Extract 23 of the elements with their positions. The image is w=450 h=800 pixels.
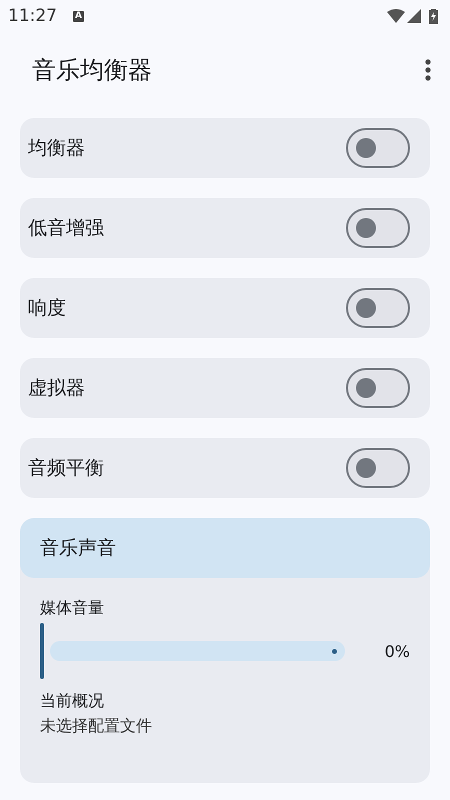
signal-icon (407, 9, 421, 23)
toggle-label: 虚拟器 (28, 376, 86, 401)
app-title: 音乐均衡器 (32, 55, 153, 86)
section-header: 音乐声音 (20, 518, 430, 578)
toggle-label: 均衡器 (28, 136, 86, 161)
keyboard-badge: A (73, 10, 84, 22)
toggle-switch[interactable] (346, 288, 410, 328)
profile-value: 未选择配置文件 (40, 716, 153, 737)
toggle-label: 音频平衡 (28, 456, 105, 481)
slider-thumb[interactable] (40, 623, 44, 679)
time: 11:27 (8, 6, 57, 26)
toggle-switch[interactable] (346, 208, 410, 248)
wifi-icon (387, 9, 405, 23)
toggle-label: 低音增强 (28, 216, 105, 241)
battery-icon (429, 8, 438, 24)
profile-label: 当前概况 (40, 691, 105, 712)
toggle-switch[interactable] (346, 128, 410, 168)
slider-label: 媒体音量 (40, 598, 105, 619)
toggle-label: 响度 (28, 296, 67, 321)
volume-slider-track[interactable] (50, 641, 345, 661)
toggle-switch[interactable] (346, 448, 410, 488)
toggle-switch[interactable] (346, 368, 410, 408)
volume-reading: 0% (384, 642, 410, 660)
